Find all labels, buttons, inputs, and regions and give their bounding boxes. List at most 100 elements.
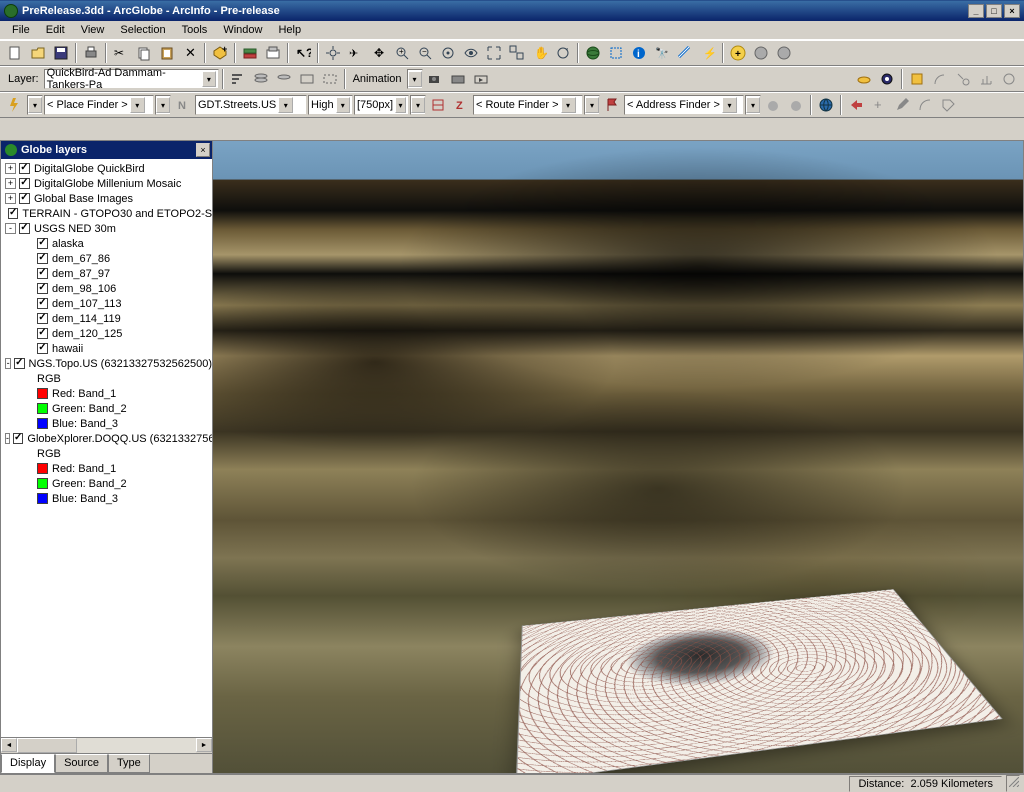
globe-view-button[interactable]: [582, 42, 604, 64]
sphere-gray-1[interactable]: [750, 42, 772, 64]
tree-node[interactable]: dem_67_86: [1, 251, 212, 266]
save-button[interactable]: [50, 42, 72, 64]
print-button[interactable]: [80, 42, 102, 64]
play-button[interactable]: [470, 68, 492, 90]
expand-toggle[interactable]: +: [5, 178, 16, 189]
whats-this-button[interactable]: ↖?: [292, 42, 314, 64]
tool-a-button[interactable]: [906, 68, 928, 90]
tree-node[interactable]: +DigitalGlobe Millenium Mosaic: [1, 176, 212, 191]
menu-selection[interactable]: Selection: [112, 22, 173, 38]
pan-button[interactable]: ✋: [529, 42, 551, 64]
size-dropdown[interactable]: [410, 95, 426, 115]
globe-small-icon[interactable]: [815, 94, 837, 116]
layer-checkbox[interactable]: [19, 223, 30, 234]
tree-node[interactable]: Red: Band_1: [1, 386, 212, 401]
curve-tool-button[interactable]: [914, 94, 936, 116]
scene-button[interactable]: [262, 42, 284, 64]
full-extent-button[interactable]: [483, 42, 505, 64]
layer-rect1-button[interactable]: [296, 68, 318, 90]
tab-type[interactable]: Type: [108, 754, 150, 773]
toc-hscrollbar[interactable]: ◄ ►: [1, 737, 212, 753]
layer-checkbox[interactable]: [37, 328, 48, 339]
identify-button[interactable]: i: [628, 42, 650, 64]
tree-node[interactable]: -NGS.Topo.US (63213327532562500): [1, 356, 212, 371]
sun-button[interactable]: +: [727, 42, 749, 64]
copy-button[interactable]: [133, 42, 155, 64]
open-button[interactable]: [27, 42, 49, 64]
layer-sort-button[interactable]: [227, 68, 249, 90]
expand-toggle[interactable]: -: [5, 358, 11, 369]
minimize-button[interactable]: _: [968, 4, 984, 18]
navigate-button[interactable]: [322, 42, 344, 64]
red-z-icon[interactable]: Z: [450, 94, 472, 116]
menu-edit[interactable]: Edit: [38, 22, 73, 38]
tree-node[interactable]: dem_107_113: [1, 296, 212, 311]
tree-node[interactable]: TERRAIN - GTOPO30 and ETOPO2-Smo: [1, 206, 212, 221]
route-finder-combo[interactable]: < Route Finder >: [473, 95, 583, 115]
target-button[interactable]: [437, 42, 459, 64]
layer-checkbox[interactable]: [37, 313, 48, 324]
tab-source[interactable]: Source: [55, 754, 108, 773]
tree-node[interactable]: -GlobeXplorer.DOQQ.US (63213327567: [1, 431, 212, 446]
menu-help[interactable]: Help: [270, 22, 309, 38]
tree-node[interactable]: +Global Base Images: [1, 191, 212, 206]
tree-node[interactable]: +DigitalGlobe QuickBird: [1, 161, 212, 176]
layer-checkbox[interactable]: [13, 433, 23, 444]
layer-checkbox[interactable]: [37, 268, 48, 279]
apple-gray-icon[interactable]: [762, 94, 784, 116]
expand-toggle[interactable]: -: [5, 433, 10, 444]
scroll-track[interactable]: [17, 738, 196, 753]
resize-grip[interactable]: [1006, 775, 1020, 792]
expand-toggle[interactable]: -: [5, 223, 16, 234]
layer-tree[interactable]: +DigitalGlobe QuickBird+DigitalGlobe Mil…: [1, 159, 212, 737]
streets-combo[interactable]: GDT.Streets.US: [195, 95, 307, 115]
flash-icon[interactable]: [4, 94, 26, 116]
plus-tool-button[interactable]: +: [868, 94, 890, 116]
edit-tool-button[interactable]: [891, 94, 913, 116]
expand-toggle[interactable]: +: [5, 193, 16, 204]
tree-node[interactable]: RGB: [1, 371, 212, 386]
red-check-icon[interactable]: [427, 94, 449, 116]
tree-node[interactable]: Blue: Band_3: [1, 416, 212, 431]
cut-button[interactable]: ✂: [110, 42, 132, 64]
tree-node[interactable]: Red: Band_1: [1, 461, 212, 476]
tree-node[interactable]: dem_120_125: [1, 326, 212, 341]
layer-rect2-button[interactable]: [319, 68, 341, 90]
layer-checkbox[interactable]: [19, 178, 30, 189]
time-button[interactable]: ⚡: [697, 42, 719, 64]
apple-gray2-icon[interactable]: [785, 94, 807, 116]
red-arrow-button[interactable]: [845, 94, 867, 116]
new-button[interactable]: [4, 42, 26, 64]
layer-checkbox[interactable]: [37, 298, 48, 309]
tag-tool-button[interactable]: [937, 94, 959, 116]
menu-view[interactable]: View: [73, 22, 113, 38]
scroll-thumb[interactable]: [17, 738, 77, 753]
tab-display[interactable]: Display: [1, 754, 55, 773]
layer-checkbox[interactable]: [14, 358, 24, 369]
north-arrow-icon[interactable]: N: [172, 94, 194, 116]
size-combo[interactable]: [750px]: [354, 95, 409, 115]
cloud-button[interactable]: [853, 68, 875, 90]
tool-b-button[interactable]: [929, 68, 951, 90]
layer-checkbox[interactable]: [37, 283, 48, 294]
measure-button[interactable]: [674, 42, 696, 64]
tree-node[interactable]: dem_114_119: [1, 311, 212, 326]
tree-node[interactable]: Green: Band_2: [1, 476, 212, 491]
fly-button[interactable]: ✈: [345, 42, 367, 64]
layer-checkbox[interactable]: [19, 193, 30, 204]
menu-tools[interactable]: Tools: [174, 22, 216, 38]
quality-combo[interactable]: High: [308, 95, 353, 115]
layer-stack1-button[interactable]: [250, 68, 272, 90]
address-finder-dropdown[interactable]: [745, 95, 761, 115]
tree-node[interactable]: Blue: Band_3: [1, 491, 212, 506]
layer-checkbox[interactable]: [19, 163, 30, 174]
flash-menu[interactable]: [27, 95, 43, 115]
tree-node[interactable]: -USGS NED 30m: [1, 221, 212, 236]
layer-combo[interactable]: QuickBird-Ad Dammam-Tankers-Pa: [44, 69, 219, 89]
tool-c-button[interactable]: [952, 68, 974, 90]
layer-checkbox[interactable]: [37, 343, 48, 354]
layer-type-button[interactable]: [239, 42, 261, 64]
layer-checkbox[interactable]: [8, 208, 18, 219]
place-finder-combo[interactable]: < Place Finder >: [44, 95, 154, 115]
toc-close-button[interactable]: ×: [196, 143, 210, 157]
